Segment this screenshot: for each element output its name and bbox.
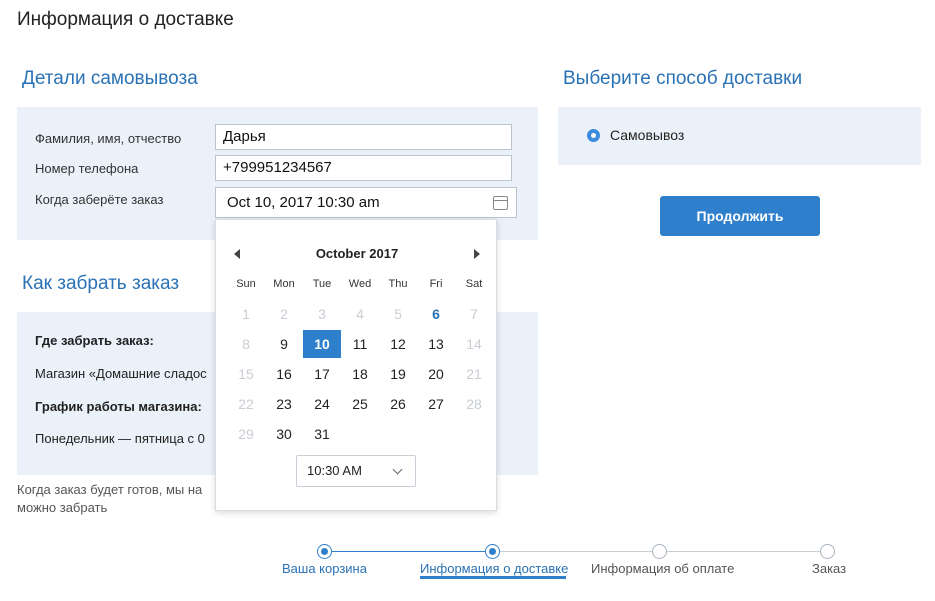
next-month-icon[interactable]	[474, 249, 480, 259]
calendar-month-label: October 2017	[315, 246, 399, 261]
calendar-day: 2	[280, 306, 288, 322]
calendar-day[interactable]: 27	[417, 390, 455, 418]
calendar-day[interactable]: 13	[417, 330, 455, 358]
calendar-day[interactable]: 25	[341, 390, 379, 418]
calendar-day[interactable]: 20	[417, 360, 455, 388]
calendar-day[interactable]: 24	[303, 390, 341, 418]
pickup-date-label: Когда заберёте заказ	[35, 192, 164, 207]
delivery-method-title: Выберите способ доставки	[563, 68, 803, 89]
calendar-day[interactable]: 30	[265, 420, 303, 448]
weekday-header: Wed	[348, 278, 372, 290]
step-indicator	[820, 544, 835, 559]
date-picker-popup: October 2017 Sun Mon Tue Wed Thu Fri Sat 1 2 3 4 5 6…	[215, 219, 497, 511]
pickup-details-title: Детали самовывоза	[22, 68, 198, 89]
pickup-date-input[interactable]: Oct 10, 2017 10:30 am	[215, 187, 517, 218]
calendar-day[interactable]: 31	[303, 420, 341, 448]
stepper-connector	[332, 551, 485, 552]
weekday-header: Sat	[465, 278, 483, 290]
step-indicator	[652, 544, 667, 559]
time-select-value: 10:30 AM	[307, 463, 362, 478]
ready-note-line-1: Когда заказ будет готов, мы на	[17, 482, 203, 497]
page-title: Информация о доставке	[17, 9, 234, 30]
name-label: Фамилия, имя, отчество	[35, 131, 182, 146]
calendar-day[interactable]: 17	[303, 360, 341, 388]
step-label: Информация о доставке	[420, 561, 569, 576]
calendar-day: 28	[466, 396, 482, 412]
step-indicator	[317, 544, 332, 559]
calendar-day[interactable]: 26	[379, 390, 417, 418]
ready-note-line-2: можно забрать	[17, 500, 108, 515]
weekday-header: Mon	[273, 278, 295, 290]
phone-input[interactable]: +799951234567	[215, 155, 512, 181]
calendar-icon[interactable]	[493, 196, 508, 210]
calendar-day[interactable]: 12	[379, 330, 417, 358]
calendar-day[interactable]: 19	[379, 360, 417, 388]
stepper-connector	[667, 551, 820, 552]
pickup-radio[interactable]	[587, 129, 600, 142]
calendar-day: 29	[238, 426, 254, 442]
calendar-day: 7	[470, 306, 478, 322]
calendar-day[interactable]: 6	[417, 300, 455, 328]
phone-label: Номер телефона	[35, 161, 139, 176]
how-to-pickup-title: Как забрать заказ	[22, 273, 180, 294]
current-step-underline	[420, 576, 566, 579]
step-indicator	[485, 544, 500, 559]
calendar-day: 21	[466, 366, 482, 382]
calendar-day: 15	[238, 366, 254, 382]
calendar-day[interactable]: 16	[265, 360, 303, 388]
calendar-day[interactable]: 18	[341, 360, 379, 388]
name-input[interactable]: Дарья	[215, 124, 512, 150]
pickup-location-label: Где забрать заказ:	[35, 333, 154, 348]
time-select[interactable]: 10:30 AM	[296, 455, 416, 487]
calendar-day: 3	[318, 306, 326, 322]
step-label: Заказ	[812, 561, 847, 576]
stepper-connector	[500, 551, 652, 552]
store-hours-value: Понедельник — пятница с 0	[35, 431, 205, 446]
step-label[interactable]: Ваша корзина	[282, 561, 367, 576]
calendar-day[interactable]: 9	[265, 330, 303, 358]
calendar-day: 1	[242, 306, 250, 322]
calendar-day: 14	[466, 336, 482, 352]
calendar-day: 8	[242, 336, 250, 352]
weekday-header: Fri	[429, 278, 443, 290]
weekday-header: Thu	[388, 278, 408, 290]
pickup-date-value: Oct 10, 2017 10:30 am	[227, 194, 380, 211]
chevron-down-icon	[392, 464, 403, 475]
store-hours-label: График работы магазина:	[35, 399, 202, 414]
calendar-day[interactable]: 23	[265, 390, 303, 418]
calendar-day: 22	[238, 396, 254, 412]
weekday-header: Tue	[312, 278, 332, 290]
continue-button[interactable]: Продолжить	[660, 196, 820, 236]
pickup-location-value: Магазин «Домашние сладос	[35, 366, 207, 381]
step-label: Информация об оплате	[591, 561, 735, 576]
calendar-day: 4	[356, 306, 364, 322]
calendar-day[interactable]: 10	[303, 330, 341, 358]
calendar-day[interactable]: 11	[341, 330, 379, 358]
weekday-header: Sun	[236, 278, 256, 290]
pickup-radio-label[interactable]: Самовывоз	[610, 127, 684, 143]
calendar-day: 5	[394, 306, 402, 322]
